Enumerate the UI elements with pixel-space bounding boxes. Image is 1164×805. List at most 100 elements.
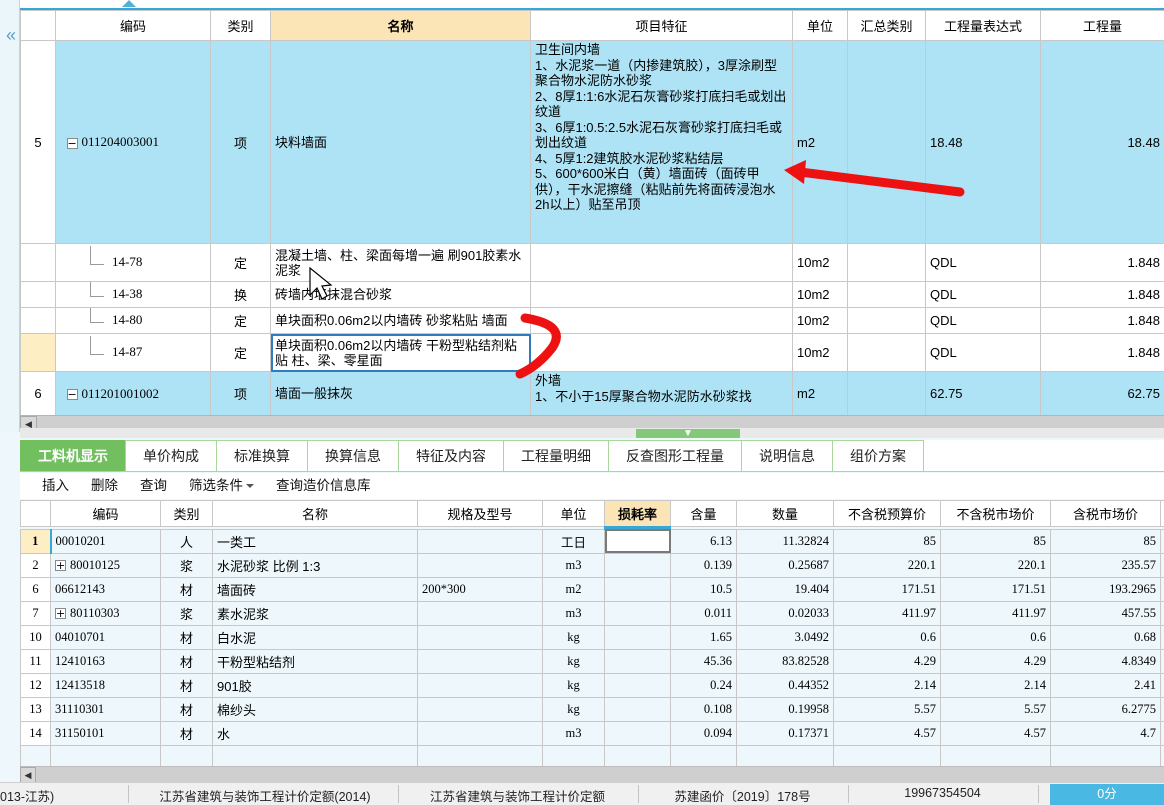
cell-res-code[interactable]: 06612143 [50,576,161,602]
cell-market-price[interactable]: 220.1 [940,552,1051,578]
cell-res-kind[interactable]: 材 [160,720,213,746]
cell-res-name[interactable]: 墙面砖 [212,576,418,602]
cell-loss-rate[interactable] [604,696,671,722]
cell-res-code[interactable]: +80110303 [50,600,161,626]
cell-content[interactable]: 6.13 [670,528,737,554]
table-row[interactable]: 14-78 定混凝土墙、柱、梁面每增一遍 刷901胶素水泥浆 10m2 QDL 1.84… [20,243,1164,282]
table-row[interactable]: 2 +80010125 浆水泥砂浆 比例 1:3 m3 0.139 0.25687 220.… [20,552,1164,578]
row-number[interactable]: 11 [20,648,51,674]
cell-expression[interactable]: 18.48 [925,40,1041,244]
cell-tax-market-price[interactable]: 0.68 [1050,624,1161,650]
cell-quantity[interactable]: 62.75 [1040,371,1164,415]
cell-expression[interactable]: QDL [925,243,1041,282]
cell-summary[interactable] [847,371,926,415]
row-number[interactable]: 14 [20,720,51,746]
cell-res-kind[interactable]: 材 [160,576,213,602]
col-header-content[interactable]: 含量 [670,500,737,527]
col-header-budget-price[interactable]: 不含税预算价 [833,500,941,527]
cell-tax-rate[interactable]: 13 [1160,672,1164,698]
cell-res-qty[interactable]: 0.25687 [736,552,834,578]
col-header-feature[interactable]: 项目特征 [530,10,793,41]
cell-res-spec[interactable]: 200*300 [417,576,543,602]
cell-name[interactable]: 单块面积0.06m2以内墙砖 砂浆粘贴 墙面 [270,307,531,334]
cell-expression[interactable]: QDL [925,307,1041,334]
cell-quantity[interactable]: 18.48 [1040,40,1164,244]
row-index[interactable] [20,281,56,308]
cell-res-spec[interactable] [417,552,543,578]
cell-tax-market-price[interactable]: 2.41 [1050,672,1161,698]
action-4[interactable]: 查询造价信息库 [276,473,371,499]
cell-partial[interactable] [542,744,605,768]
cell-partial[interactable] [1160,744,1164,768]
cell-res-kind[interactable]: 材 [160,624,213,650]
cell-res-name[interactable]: 一类工 [212,528,418,554]
cell-market-price[interactable]: 85 [940,528,1051,554]
cell-res-unit[interactable]: m3 [542,552,605,578]
cell-partial[interactable] [417,744,543,768]
cell-name[interactable]: 混凝土墙、柱、梁面每增一遍 刷901胶素水泥浆 [270,243,531,282]
cell-content[interactable]: 45.36 [670,648,737,674]
resource-grid-hscrollbar[interactable]: ◀ [20,766,1164,783]
cell-tax-market-price[interactable]: 457.55 [1050,600,1161,626]
cell-partial[interactable] [50,744,161,768]
cell-res-code[interactable]: 00010201 [49,528,161,554]
cell-budget-price[interactable]: 4.57 [833,720,941,746]
cell-res-spec[interactable] [417,648,543,674]
cell-name[interactable]: 砖墙内墙抹混合砂浆 [270,281,531,308]
tab-3[interactable]: 换算信息 [307,440,399,471]
col-header-market-price[interactable]: 不含税市场价 [940,500,1051,527]
table-row-partial[interactable] [20,744,1164,768]
cell-code[interactable]: −011204003001 [55,40,211,244]
cell-tax-rate[interactable]: 13 [1160,696,1164,722]
col-header-res-name[interactable]: 名称 [212,500,418,527]
cell-tax-rate[interactable]: 3 [1160,720,1164,746]
cell-res-qty[interactable]: 0.19958 [736,696,834,722]
cell-quantity[interactable]: 1.848 [1040,281,1164,308]
tab-1[interactable]: 单价构成 [125,440,217,471]
cell-res-kind[interactable]: 浆 [160,552,213,578]
cell-unit[interactable]: 10m2 [792,307,848,334]
cell-loss-rate[interactable] [604,528,671,554]
cell-res-name[interactable]: 水 [212,720,418,746]
cell-res-code[interactable]: 31150101 [50,720,161,746]
cell-res-code[interactable]: +80010125 [50,552,161,578]
tab-6[interactable]: 反查图形工程量 [608,440,742,471]
col-header-res-kind[interactable]: 类别 [160,500,213,527]
cell-summary[interactable] [847,333,926,372]
pane-splitter[interactable] [20,428,1164,438]
cell-budget-price[interactable]: 411.97 [833,600,941,626]
cell-feature[interactable] [530,243,793,282]
cell-partial[interactable] [1050,744,1161,768]
cell-res-spec[interactable] [417,600,543,626]
cell-feature[interactable]: 卫生间内墙 1、水泥浆一道（内掺建筑胶），3厚涂刷型聚合物水泥防水砂浆 2、8厚… [530,40,793,244]
table-row[interactable]: 7 +80110303 浆素水泥浆 m3 0.011 0.02033 411.97 411.9… [20,600,1164,626]
table-row[interactable]: 14-38 换砖墙内墙抹混合砂浆 10m2 QDL 1.848 [20,281,1164,308]
cell-res-unit[interactable]: kg [542,696,605,722]
cell-res-name[interactable]: 白水泥 [212,624,418,650]
scroll-left-icon-2[interactable]: ◀ [20,767,36,783]
row-number[interactable]: 1 [20,528,51,554]
cell-partial[interactable] [212,744,418,768]
cell-res-spec[interactable] [417,672,543,698]
cell-res-unit[interactable]: kg [542,624,605,650]
cell-kind[interactable]: 定 [210,243,271,282]
cell-res-unit[interactable]: 工日 [542,528,605,554]
cell-res-name[interactable]: 干粉型粘结剂 [212,648,418,674]
cell-summary[interactable] [847,243,926,282]
col-header-blank[interactable] [20,10,56,41]
cell-res-spec[interactable] [417,624,543,650]
cell-kind[interactable]: 定 [210,307,271,334]
col-header-tax-rate[interactable]: 税率（%） [1160,500,1164,527]
cell-name[interactable]: 墙面一般抹灰 [270,371,531,415]
col-header-res-spec[interactable]: 规格及型号 [417,500,543,527]
cell-budget-price[interactable]: 0.6 [833,624,941,650]
cell-market-price[interactable]: 4.57 [940,720,1051,746]
cell-quantity[interactable]: 1.848 [1040,307,1164,334]
resource-grid-body[interactable]: 100010201人一类工工日6.1311.3282485858502+8001… [20,528,1164,768]
cell-loss-rate[interactable] [604,576,671,602]
cell-partial[interactable] [833,744,941,768]
score-button[interactable]: 0分 [1050,784,1164,805]
tab-5[interactable]: 工程量明细 [503,440,609,471]
cell-partial[interactable] [736,744,834,768]
cell-loss-rate[interactable] [604,552,671,578]
